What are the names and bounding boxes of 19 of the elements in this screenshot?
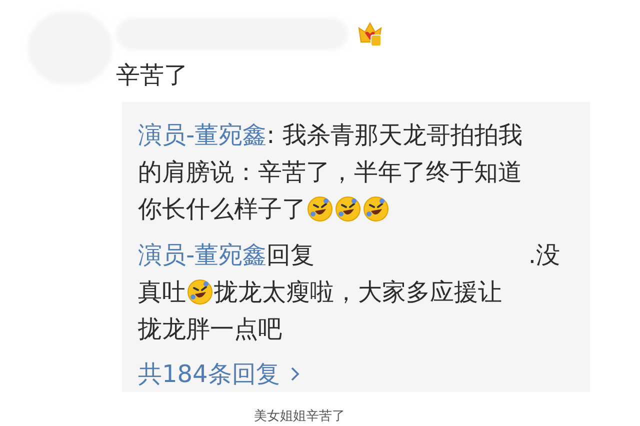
laughing-face-icon <box>187 278 213 305</box>
reply-text: 拢龙胖一点吧 <box>138 314 282 346</box>
crown-badge-icon <box>356 20 384 48</box>
reply-text: 回复 <box>266 240 315 271</box>
reply-text: .没 <box>528 240 560 271</box>
more-replies-link[interactable]: 共184条回复 <box>138 356 300 392</box>
author-link[interactable]: 演员-董宛鑫 <box>138 116 267 153</box>
caption: 美女姐姐辛苦了 <box>254 410 345 424</box>
reply-text: 你长什么样子了 <box>138 194 306 226</box>
chevron-right-icon <box>290 366 300 382</box>
author-link[interactable]: 演员-董宛鑫 <box>138 236 267 273</box>
laughing-face-icon <box>363 196 389 222</box>
reply-text: 的肩膀说：辛苦了，半年了终于知道 <box>138 156 522 188</box>
comment-text: 辛苦了 <box>116 60 188 90</box>
reply-text: 拢龙太瘦啦，大家多应援让 <box>214 276 502 308</box>
laughing-face-icon <box>335 196 361 222</box>
reply-text: : 我杀青那天龙哥拍拍我 <box>266 120 522 151</box>
reply-text: 真吐 <box>138 276 186 308</box>
laughing-face-icon <box>307 196 333 222</box>
